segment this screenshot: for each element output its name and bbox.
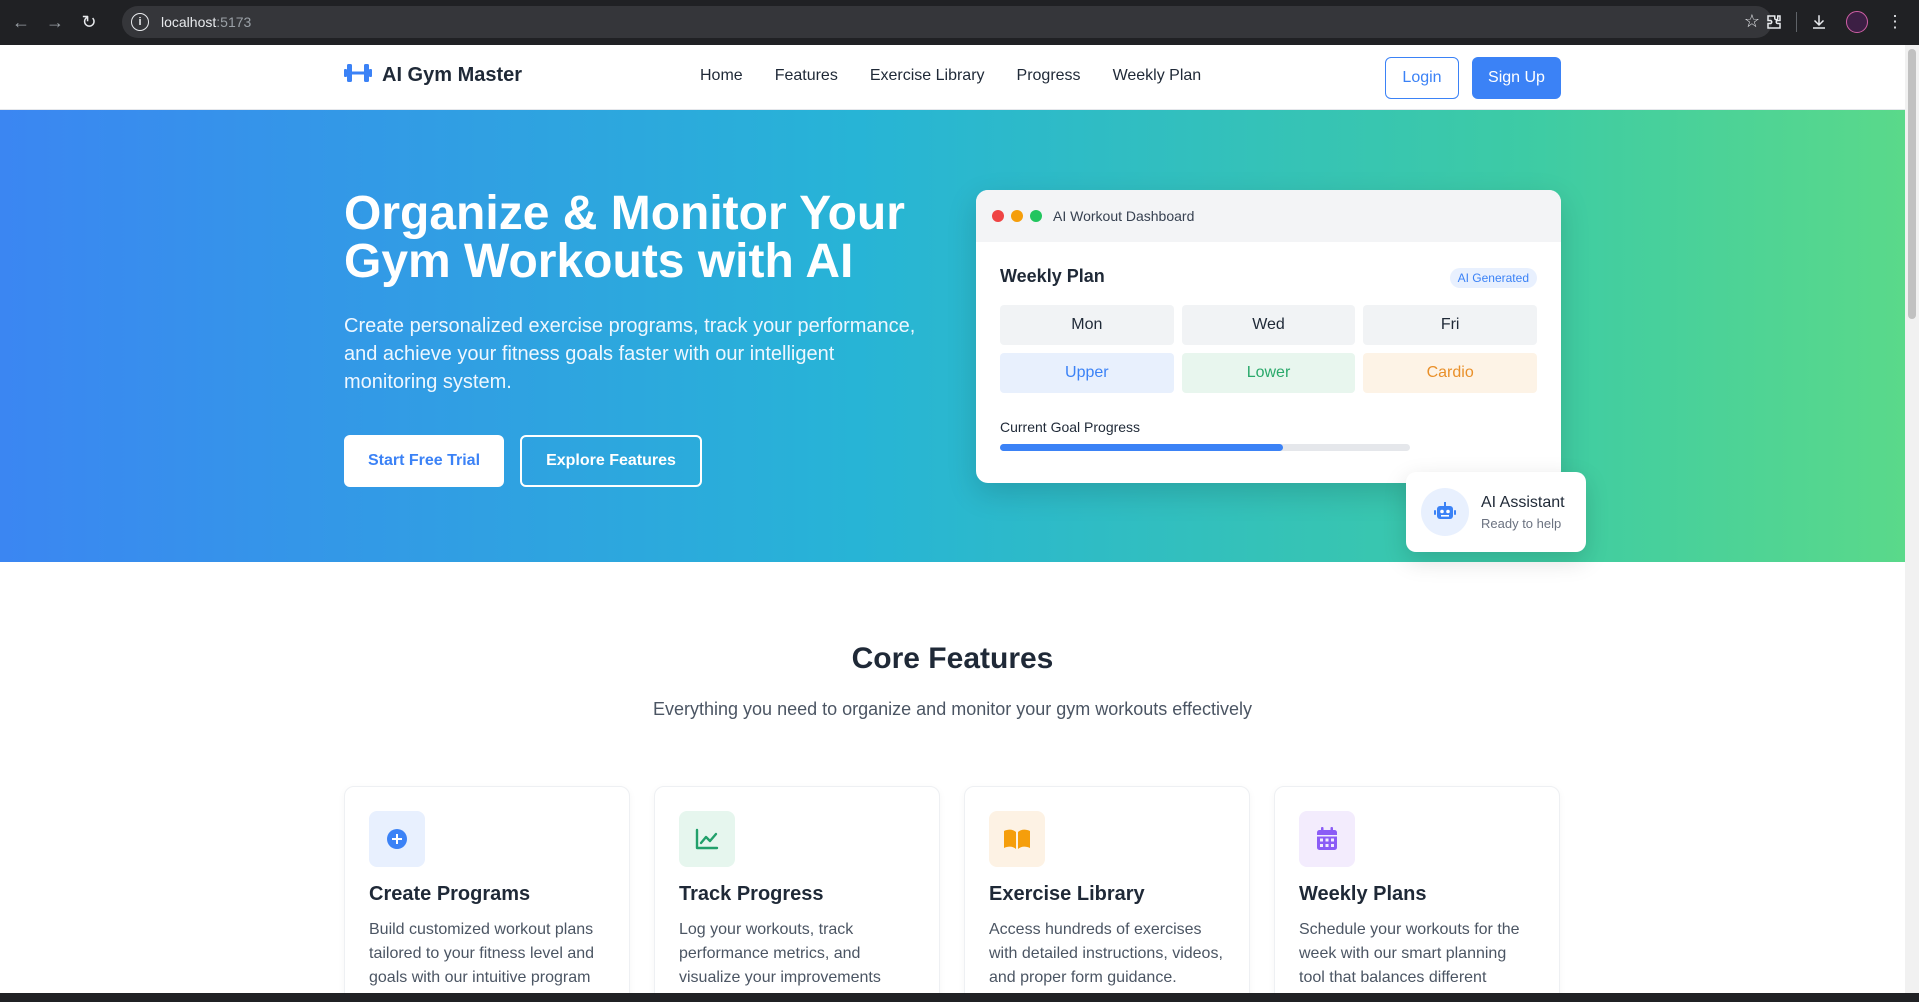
- hero-title: Organize & Monitor Your Gym Workouts wit…: [344, 187, 905, 288]
- day-cell: Mon: [1000, 305, 1174, 345]
- feature-card-desc: Schedule your workouts for the week with…: [1299, 921, 1520, 986]
- login-button[interactable]: Login: [1385, 57, 1459, 99]
- explore-features-button[interactable]: Explore Features: [520, 435, 702, 487]
- brand[interactable]: AI Gym Master: [344, 63, 522, 88]
- features-title: Core Features: [851, 642, 1054, 675]
- day-cell: Fri: [1363, 305, 1537, 345]
- reload-icon[interactable]: ↻: [72, 6, 106, 40]
- feature-card-title: Weekly Plans: [1299, 883, 1427, 905]
- robot-icon: [1421, 488, 1469, 536]
- workout-cell-upper: Upper: [1000, 353, 1174, 393]
- site-info-icon[interactable]: i: [131, 13, 149, 31]
- book-open-icon: [989, 811, 1045, 867]
- goal-progress-bar: [1000, 444, 1410, 451]
- chart-line-icon: [679, 811, 735, 867]
- address-bar[interactable]: i localhost:5173 ☆: [122, 6, 1772, 38]
- nav-exercise-library[interactable]: Exercise Library: [870, 67, 985, 85]
- bottom-edge: [0, 993, 1919, 1002]
- feature-card-desc: Log your workouts, track performance met…: [679, 921, 881, 986]
- workout-dashboard-card: AI Workout Dashboard Weekly Plan AI Gene…: [976, 190, 1561, 483]
- nav-features[interactable]: Features: [775, 67, 838, 85]
- feature-card-weekly-plans[interactable]: Weekly Plans Schedule your workouts for …: [1274, 786, 1560, 993]
- nav-home[interactable]: Home: [700, 67, 743, 85]
- ai-assistant-widget[interactable]: AI Assistant Ready to help: [1406, 472, 1586, 552]
- feature-card-create-programs[interactable]: Create Programs Build customized workout…: [344, 786, 630, 993]
- goal-progress-label: Current Goal Progress: [1000, 419, 1141, 435]
- page-viewport: AI Gym Master Home Features Exercise Lib…: [0, 45, 1905, 993]
- back-icon[interactable]: ←: [4, 6, 38, 40]
- dashboard-titlebar: AI Workout Dashboard: [976, 190, 1561, 242]
- signup-button[interactable]: Sign Up: [1472, 57, 1561, 99]
- workout-cell-lower: Lower: [1181, 353, 1356, 393]
- dashboard-title: AI Workout Dashboard: [1053, 208, 1195, 224]
- brand-name: AI Gym Master: [382, 64, 523, 86]
- feature-card-title: Exercise Library: [989, 883, 1145, 905]
- feature-card-desc: Access hundreds of exercises with detail…: [989, 921, 1223, 986]
- day-cell: Wed: [1181, 305, 1356, 345]
- main-nav: Home Features Exercise Library Progress …: [700, 67, 1201, 85]
- profile-avatar[interactable]: [1841, 6, 1873, 38]
- ai-generated-badge: AI Generated: [1449, 268, 1537, 288]
- plus-circle-icon: [369, 811, 425, 867]
- features-subtitle: Everything you need to organize and moni…: [653, 699, 1252, 719]
- url-port: :5173: [216, 14, 252, 30]
- start-free-trial-button[interactable]: Start Free Trial: [344, 435, 504, 487]
- nav-weekly-plan[interactable]: Weekly Plan: [1113, 67, 1202, 85]
- workout-cell-cardio: Cardio: [1363, 353, 1537, 393]
- red-dot-icon: [992, 210, 1004, 222]
- site-header: AI Gym Master Home Features Exercise Lib…: [0, 45, 1905, 110]
- calendar-icon: [1299, 811, 1355, 867]
- scrollbar-thumb[interactable]: [1908, 49, 1916, 319]
- yellow-dot-icon: [1011, 210, 1023, 222]
- assistant-status: Ready to help: [1481, 515, 1562, 531]
- menu-kebab-icon[interactable]: ⋮: [1879, 6, 1911, 38]
- green-dot-icon: [1030, 210, 1042, 222]
- feature-card-title: Create Programs: [369, 883, 531, 905]
- hero-section: Organize & Monitor Your Gym Workouts wit…: [0, 110, 1905, 562]
- feature-card-title: Track Progress: [679, 883, 824, 905]
- url-host: localhost: [161, 14, 217, 30]
- weekly-plan-grid: Mon Wed Fri Upper Lower Cardio: [1000, 305, 1537, 393]
- download-icon[interactable]: [1803, 6, 1835, 38]
- dumbbell-icon: [344, 63, 372, 88]
- toolbar-divider: [1796, 12, 1797, 32]
- feature-card-desc: Build customized workout plans tailored …: [369, 921, 595, 986]
- nav-progress[interactable]: Progress: [1017, 67, 1081, 85]
- extensions-icon[interactable]: [1758, 6, 1790, 38]
- page-scrollbar[interactable]: [1905, 45, 1919, 993]
- assistant-name: AI Assistant: [1481, 493, 1565, 511]
- goal-progress-fill: [1000, 444, 1283, 451]
- feature-card-track-progress[interactable]: Track Progress Log your workouts, track …: [654, 786, 940, 993]
- feature-card-exercise-library[interactable]: Exercise Library Access hundreds of exer…: [964, 786, 1250, 993]
- browser-toolbar: ← → ↻ i localhost:5173 ☆ ⋮: [0, 0, 1919, 45]
- hero-subtitle: Create personalized exercise programs, t…: [344, 315, 916, 393]
- forward-icon[interactable]: →: [38, 6, 72, 40]
